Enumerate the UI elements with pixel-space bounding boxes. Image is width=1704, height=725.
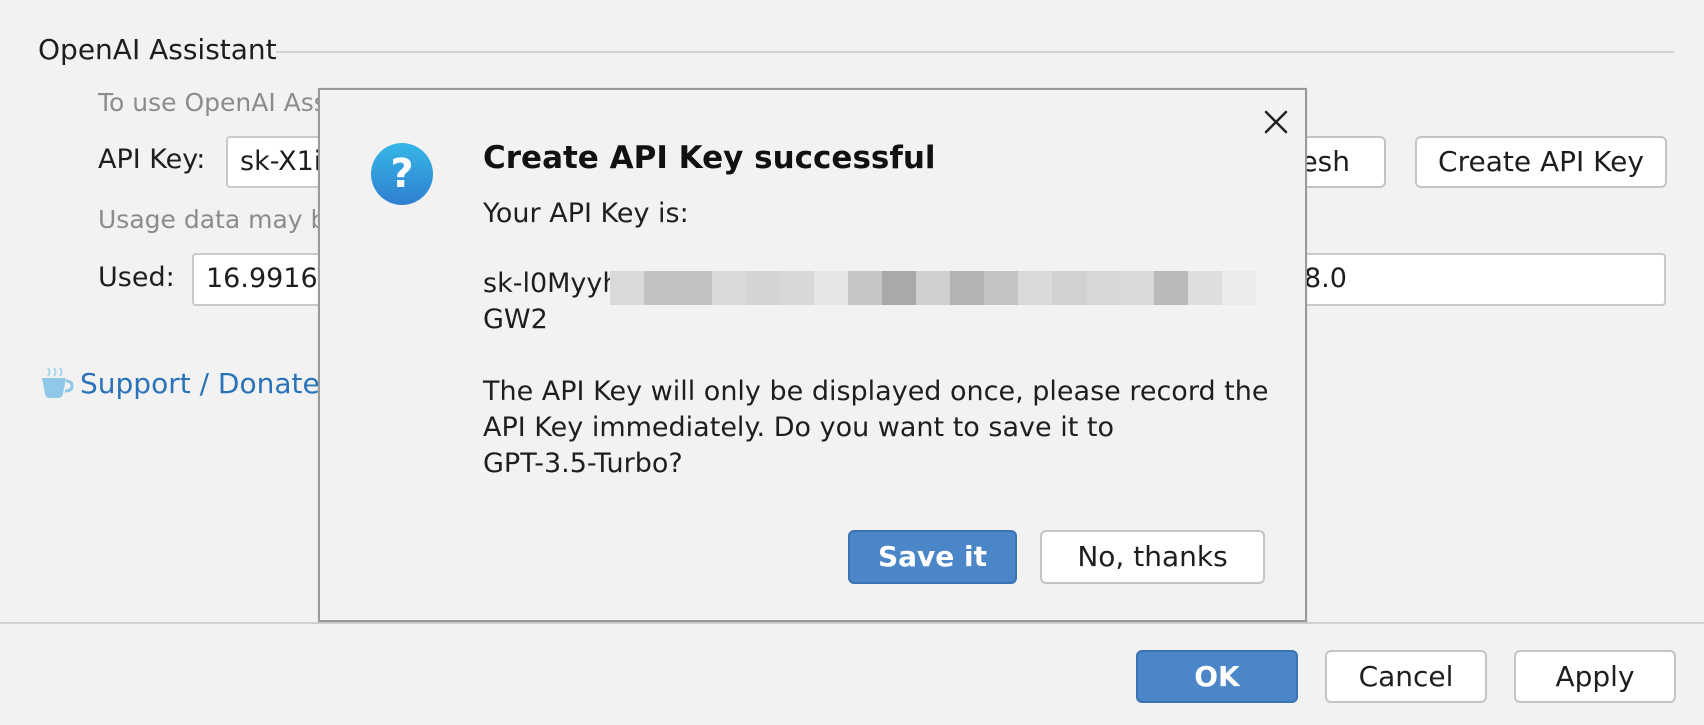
blur-block <box>916 271 950 305</box>
dialog-message-line: The API Key will only be displayed once,… <box>483 376 1269 407</box>
section-title: OpenAI Assistant <box>38 33 277 66</box>
support-donate-label: Support / Donate <box>80 366 320 400</box>
dialog-intro: Your API Key is: <box>483 198 689 229</box>
dialog-message-line: API Key immediately. Do you want to save… <box>483 412 1114 443</box>
svg-text:?: ? <box>390 151 413 197</box>
dialog-message-line: GPT-3.5-Turbo? <box>483 448 683 479</box>
api-key-visible-start: sk-l0Myyh <box>483 268 620 299</box>
blur-block <box>1154 271 1188 305</box>
blur-block <box>780 271 814 305</box>
dialog-message: The API Key will only be displayed once,… <box>483 374 1268 482</box>
total-field[interactable]: 8.0 <box>1290 253 1666 306</box>
save-it-button[interactable]: Save it <box>848 530 1017 584</box>
support-donate-link[interactable]: Support / Donate <box>38 366 320 400</box>
blur-block <box>1188 271 1222 305</box>
apply-button[interactable]: Apply <box>1514 650 1676 703</box>
blur-block <box>746 271 780 305</box>
question-icon: ? <box>370 142 434 206</box>
blur-block <box>678 271 712 305</box>
blur-block <box>1222 271 1256 305</box>
dialog-title: Create API Key successful <box>483 140 936 176</box>
no-thanks-button[interactable]: No, thanks <box>1040 530 1265 584</box>
used-label: Used: <box>98 262 175 293</box>
api-key-label: API Key: <box>98 144 206 175</box>
usage-hint: Usage data may be <box>98 205 342 234</box>
api-key-visible-end: GW2 <box>483 304 548 335</box>
redacted-key-blur <box>610 271 1270 305</box>
blur-block <box>644 271 678 305</box>
section-divider <box>276 51 1674 53</box>
create-api-key-dialog: ? Create API Key successful Your API Key… <box>318 88 1307 622</box>
footer-divider <box>0 622 1704 624</box>
blur-block <box>1052 271 1086 305</box>
hint-text: To use OpenAI Assi <box>98 88 334 117</box>
blur-block <box>848 271 882 305</box>
blur-block <box>984 271 1018 305</box>
coffee-cup-icon <box>42 367 74 398</box>
blur-block <box>950 271 984 305</box>
cancel-button[interactable]: Cancel <box>1325 650 1487 703</box>
ok-button[interactable]: OK <box>1136 650 1298 703</box>
blur-block <box>1120 271 1154 305</box>
blur-block <box>712 271 746 305</box>
blur-block <box>882 271 916 305</box>
blur-block <box>1018 271 1052 305</box>
blur-block <box>610 271 644 305</box>
create-api-key-button[interactable]: Create API Key <box>1415 136 1667 188</box>
blur-block <box>814 271 848 305</box>
blur-block <box>1086 271 1120 305</box>
close-icon[interactable] <box>1260 106 1292 138</box>
